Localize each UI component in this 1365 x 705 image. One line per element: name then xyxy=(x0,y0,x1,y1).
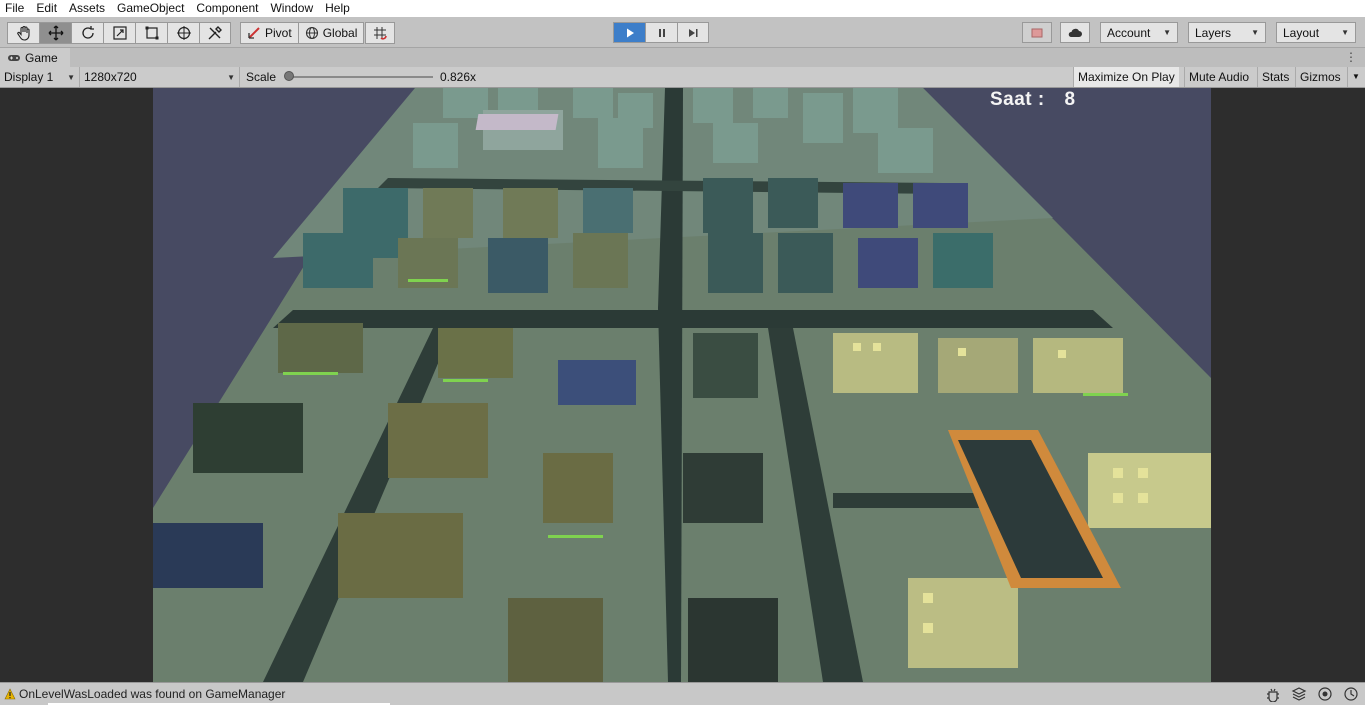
pivot-label: Pivot xyxy=(265,26,292,40)
gamepad-icon xyxy=(8,54,20,61)
layers-label: Layers xyxy=(1195,25,1232,40)
gizmos-dropdown-arrow[interactable]: ▼ xyxy=(1347,67,1365,87)
play-button[interactable] xyxy=(613,22,645,43)
globe-icon xyxy=(305,26,318,40)
transform-tool-icon xyxy=(176,26,191,40)
scale-tool-icon xyxy=(112,26,127,40)
global-toggle[interactable]: Global xyxy=(298,22,365,44)
menu-assets[interactable]: Assets xyxy=(63,0,111,17)
chevron-down-icon: ▼ xyxy=(1251,28,1259,37)
hand-tool-button[interactable] xyxy=(7,22,39,44)
pause-icon xyxy=(658,28,665,37)
move-tool-button[interactable] xyxy=(39,22,71,44)
gizmos-toggle[interactable]: Gizmos xyxy=(1295,67,1347,87)
layers-dropdown[interactable]: Layers ▼ xyxy=(1188,22,1266,43)
play-icon xyxy=(626,28,634,37)
scale-slider-handle[interactable] xyxy=(284,71,294,81)
account-dropdown[interactable]: Account ▼ xyxy=(1100,22,1178,43)
tab-bar: Game ⋮ xyxy=(0,48,1365,67)
game-view[interactable] xyxy=(153,88,1211,682)
global-label: Global xyxy=(322,26,358,40)
hand-tool-icon xyxy=(16,25,30,41)
step-button[interactable] xyxy=(677,22,709,43)
rotate-tool-button[interactable] xyxy=(71,22,103,44)
scale-tool-button[interactable] xyxy=(103,22,135,44)
handle-position-group: Pivot Global xyxy=(240,22,396,44)
collab-button[interactable] xyxy=(1022,22,1052,43)
clock-label: Saat : xyxy=(990,89,1045,110)
status-bar: OnLevelWasLoaded was found on GameManage… xyxy=(0,682,1365,705)
collab-icon xyxy=(1031,28,1043,37)
transform-tools xyxy=(7,22,231,44)
display-dropdown[interactable]: Display 1 ▼ xyxy=(0,67,80,87)
menu-component[interactable]: Component xyxy=(190,0,264,17)
right-toolbar: Account ▼ Layers ▼ Layout ▼ xyxy=(1020,22,1365,43)
game-tab-label: Game xyxy=(25,50,58,65)
cloud-button[interactable] xyxy=(1060,22,1090,43)
pivot-icon xyxy=(248,27,260,39)
scale-label: Scale xyxy=(246,70,277,84)
stats-toggle[interactable]: Stats xyxy=(1257,67,1293,87)
play-controls xyxy=(613,22,709,43)
step-icon xyxy=(689,28,698,37)
tab-game[interactable]: Game xyxy=(0,48,70,67)
menu-edit[interactable]: Edit xyxy=(30,0,63,17)
bank-sign xyxy=(475,114,559,130)
layout-label: Layout xyxy=(1283,25,1320,40)
menu-help[interactable]: Help xyxy=(319,0,356,17)
chevron-down-icon: ▼ xyxy=(67,72,75,82)
game-view-controls: Display 1 ▼ 1280x720 ▼ Scale 0.826x Maxi… xyxy=(0,67,1365,88)
chevron-down-icon: ▼ xyxy=(1163,28,1171,37)
settings-progress-icon[interactable] xyxy=(1343,686,1359,702)
resolution-dropdown[interactable]: 1280x720 ▼ xyxy=(80,67,240,87)
layers-stack-icon[interactable] xyxy=(1291,686,1307,702)
menu-window[interactable]: Window xyxy=(264,0,319,17)
lighting-icon[interactable] xyxy=(1317,686,1333,702)
menu-bar: File Edit Assets GameObject Component Wi… xyxy=(0,0,1365,17)
pause-button[interactable] xyxy=(645,22,677,43)
resolution-label: 1280x720 xyxy=(84,70,137,84)
road xyxy=(273,310,1113,328)
custom-tool-icon xyxy=(208,26,222,40)
snap-button[interactable] xyxy=(365,22,396,44)
status-message[interactable]: OnLevelWasLoaded was found on GameManage… xyxy=(19,687,285,701)
clock-display: Saat : 8 xyxy=(990,89,1076,111)
rotate-tool-icon xyxy=(81,26,94,39)
scale-value: 0.826x xyxy=(440,70,477,84)
rect-tool-icon xyxy=(145,26,158,40)
grid-snap-icon xyxy=(374,27,388,40)
menu-file[interactable]: File xyxy=(0,0,30,17)
chevron-down-icon: ▼ xyxy=(1341,28,1349,37)
status-icons xyxy=(1265,686,1359,702)
custom-tool-button[interactable] xyxy=(199,22,231,44)
transform-tool-button[interactable] xyxy=(167,22,199,44)
chevron-down-icon: ▼ xyxy=(227,72,235,82)
cloud-icon xyxy=(1068,28,1082,37)
debug-icon[interactable] xyxy=(1265,686,1281,702)
clock-value: 8 xyxy=(1064,89,1076,110)
layout-dropdown[interactable]: Layout ▼ xyxy=(1276,22,1356,43)
move-tool-icon xyxy=(48,25,63,41)
mute-audio-toggle[interactable]: Mute Audio xyxy=(1184,67,1253,87)
display-label: Display 1 xyxy=(4,70,54,84)
menu-gameobject[interactable]: GameObject xyxy=(111,0,190,17)
rect-tool-button[interactable] xyxy=(135,22,167,44)
warning-icon xyxy=(4,688,16,700)
main-toolbar: Pivot Global Account ▼ Layers ▼ Layout ▼ xyxy=(0,17,1365,48)
pivot-toggle[interactable]: Pivot xyxy=(240,22,299,44)
maximize-on-play-toggle[interactable]: Maximize On Play xyxy=(1073,67,1179,87)
scale-slider-track[interactable] xyxy=(288,76,433,78)
kebab-menu-icon[interactable]: ⋮ xyxy=(1345,50,1357,64)
account-label: Account xyxy=(1107,25,1151,40)
city-scene xyxy=(153,88,1211,682)
